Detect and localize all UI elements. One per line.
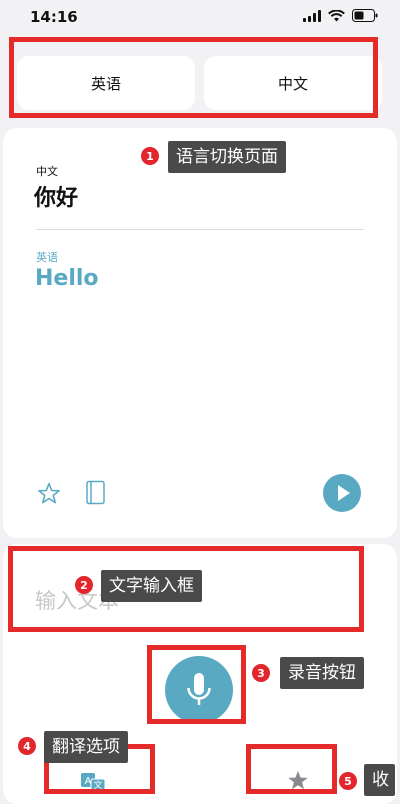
wifi-icon	[328, 9, 345, 21]
favorite-star-icon[interactable]	[36, 481, 62, 506]
source-text: 你好	[34, 186, 79, 211]
annotation-label: 语言切换页面	[168, 141, 286, 173]
battery-icon	[352, 9, 378, 22]
status-bar: 14:16	[0, 0, 400, 32]
status-time: 14:16	[30, 8, 78, 26]
cellular-signal-icon	[303, 9, 321, 22]
annotation-label: 翻译选项	[44, 731, 128, 763]
annotation-label: 录音按钮	[280, 657, 364, 689]
annotation-label: 收	[364, 764, 395, 796]
annotation-number: 5	[339, 772, 357, 790]
annotation-label: 文字输入框	[101, 570, 202, 602]
play-button[interactable]	[323, 474, 361, 512]
source-lang-label: 中文	[36, 165, 58, 178]
annotation-number: 2	[75, 576, 93, 594]
annotation-number: 4	[18, 737, 36, 755]
play-icon	[338, 485, 350, 501]
annotation-number: 3	[252, 664, 270, 682]
translated-text: Hello	[35, 266, 99, 291]
annotation-box-favorites	[246, 744, 337, 794]
dictionary-book-icon[interactable]	[85, 480, 107, 506]
annotation-box-record	[147, 645, 246, 724]
target-lang-label: 英语	[36, 251, 58, 264]
annotation-box-language	[9, 37, 378, 118]
card-divider	[36, 229, 364, 230]
annotation-number: 1	[141, 147, 159, 165]
